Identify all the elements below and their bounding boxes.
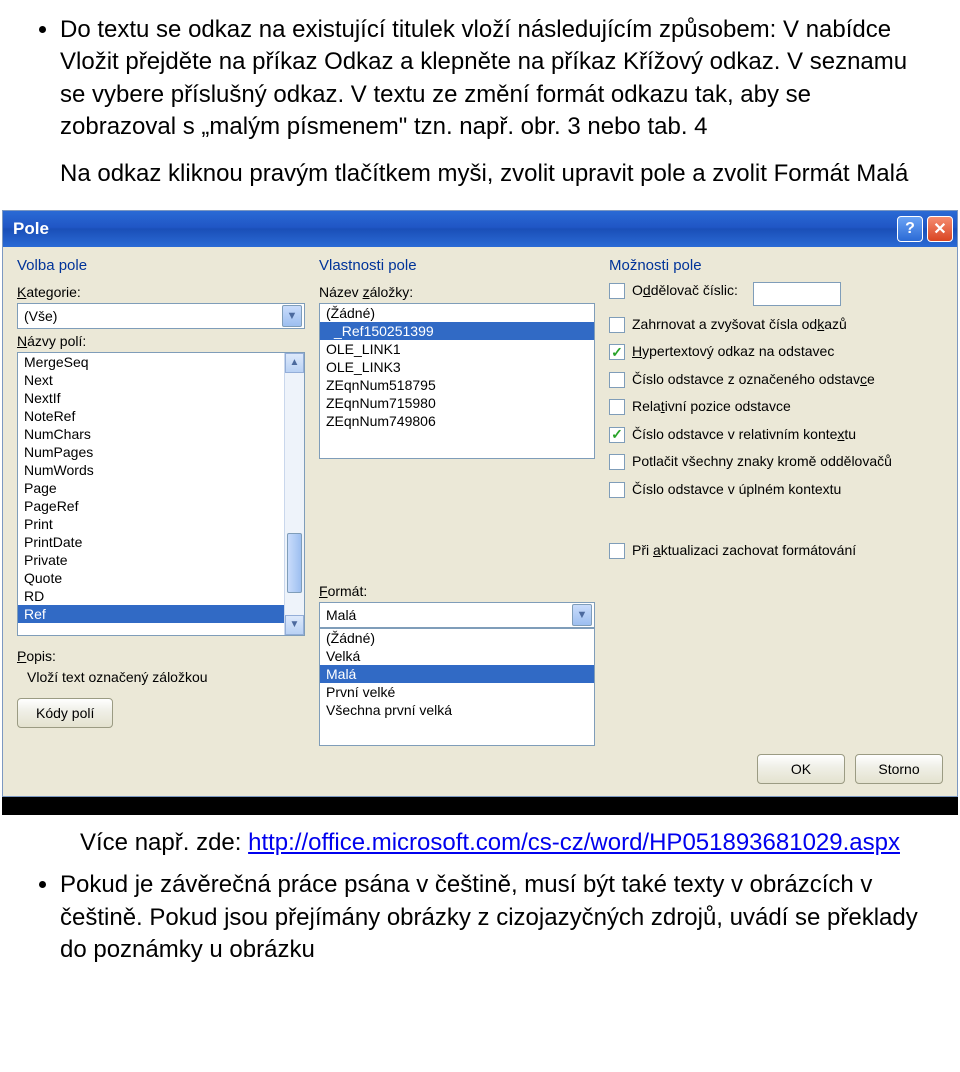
- checkbox-icon[interactable]: [609, 399, 625, 415]
- list-item[interactable]: ZEqnNum749806: [320, 412, 594, 430]
- checkbox-icon[interactable]: [609, 482, 625, 498]
- scroll-down-icon[interactable]: ▼: [285, 615, 304, 635]
- field-dialog: Pole ? ✕ Volba pole Kategorie: (Vše) ▼ N…: [2, 210, 958, 797]
- column-field-choice: Volba pole Kategorie: (Vše) ▼ Názvy polí…: [17, 257, 305, 746]
- dialog-footer: OK Storno: [3, 746, 957, 796]
- list-item[interactable]: OLE_LINK1: [320, 340, 594, 358]
- more-link[interactable]: http://office.microsoft.com/cs-cz/word/H…: [248, 829, 900, 856]
- list-item[interactable]: Ref: [18, 605, 304, 623]
- label-field-names: Názvy polí:: [17, 333, 305, 349]
- heading-field-choice: Volba pole: [17, 257, 305, 274]
- dialog-title: Pole: [13, 219, 49, 239]
- list-item[interactable]: Velká: [320, 647, 594, 665]
- opt-paragraph-number[interactable]: Číslo odstavce z označeného odstavce: [609, 371, 943, 389]
- checkbox-icon[interactable]: ✓: [609, 427, 625, 443]
- opt-hyperlink[interactable]: ✓ Hypertextový odkaz na odstavec: [609, 343, 943, 361]
- list-item[interactable]: NumPages: [18, 443, 304, 461]
- digit-separator-input[interactable]: [753, 282, 841, 306]
- list-item[interactable]: MergeSeq: [18, 353, 304, 371]
- opt-suppress-chars[interactable]: Potlačit všechny znaky kromě oddělovačů: [609, 453, 943, 471]
- list-item[interactable]: NumWords: [18, 461, 304, 479]
- list-item[interactable]: ZEqnNum518795: [320, 376, 594, 394]
- document-text-top: Do textu se odkaz na existující titulek …: [0, 0, 960, 200]
- opt-relative-context-number[interactable]: ✓ Číslo odstavce v relativním kontextu: [609, 426, 943, 444]
- checkbox-icon[interactable]: [609, 317, 625, 333]
- list-item[interactable]: Private: [18, 551, 304, 569]
- list-item[interactable]: Quote: [18, 569, 304, 587]
- list-item[interactable]: (Žádné): [320, 629, 594, 647]
- column-field-properties: Vlastnosti pole Název záložky: (Žádné)_R…: [319, 257, 595, 746]
- ok-button[interactable]: OK: [757, 754, 845, 784]
- list-item[interactable]: Print: [18, 515, 304, 533]
- label-format: Formát:: [319, 583, 595, 599]
- list-item[interactable]: (Žádné): [320, 304, 594, 322]
- document-text-bottom: Více např. zde: http://office.microsoft.…: [0, 815, 960, 975]
- description-text: Vloží text označený záložkou: [17, 667, 305, 685]
- list-item[interactable]: NoteRef: [18, 407, 304, 425]
- list-item[interactable]: ZEqnNum715980: [320, 394, 594, 412]
- opt-relative-position[interactable]: Relativní pozice odstavce: [609, 398, 943, 416]
- list-item[interactable]: Malá: [320, 665, 594, 683]
- scrollbar[interactable]: ▲ ▼: [284, 353, 304, 635]
- help-icon[interactable]: ?: [897, 216, 923, 242]
- label-description: Popis:: [17, 648, 305, 664]
- list-item[interactable]: OLE_LINK3: [320, 358, 594, 376]
- list-item[interactable]: Next: [18, 371, 304, 389]
- format-listbox[interactable]: (Žádné)VelkáMaláPrvní velkéVšechna první…: [319, 628, 595, 746]
- chevron-down-icon[interactable]: ▼: [572, 604, 592, 626]
- opt-digit-separator[interactable]: Oddělovač číslic:: [609, 282, 943, 306]
- more-label: Více např. zde:: [80, 829, 248, 856]
- opt-preserve-formatting[interactable]: Při aktualizaci zachovat formátování: [609, 542, 943, 560]
- category-combo[interactable]: (Vše) ▼: [17, 303, 305, 329]
- column-field-options: Možnosti pole Oddělovač číslic: Zahrnova…: [609, 257, 943, 746]
- bullet-point-1: Do textu se odkaz na existující titulek …: [60, 14, 920, 144]
- checkbox-icon[interactable]: [609, 372, 625, 388]
- list-item[interactable]: _Ref150251399: [320, 322, 594, 340]
- label-category: Kategorie:: [17, 284, 305, 300]
- field-codes-button[interactable]: Kódy polí: [17, 698, 113, 728]
- chevron-down-icon[interactable]: ▼: [282, 305, 302, 327]
- list-item[interactable]: Page: [18, 479, 304, 497]
- bookmark-listbox[interactable]: (Žádné)_Ref150251399OLE_LINK1OLE_LINK3ZE…: [319, 303, 595, 459]
- cancel-button[interactable]: Storno: [855, 754, 943, 784]
- list-item[interactable]: RD: [18, 587, 304, 605]
- heading-field-options: Možnosti pole: [609, 257, 943, 274]
- bullet-point-2: Pokud je závěrečná práce psána v češtině…: [60, 869, 920, 966]
- list-item[interactable]: PageRef: [18, 497, 304, 515]
- category-value: (Vše): [24, 308, 57, 324]
- list-item[interactable]: NumChars: [18, 425, 304, 443]
- label-bookmark: Název záložky:: [319, 284, 595, 300]
- heading-field-properties: Vlastnosti pole: [319, 257, 595, 274]
- list-item[interactable]: NextIf: [18, 389, 304, 407]
- checkbox-icon[interactable]: [609, 283, 625, 299]
- checkbox-icon[interactable]: [609, 454, 625, 470]
- field-names-listbox[interactable]: MergeSeqNextNextIfNoteRefNumCharsNumPage…: [17, 352, 305, 636]
- list-item[interactable]: Všechna první velká: [320, 701, 594, 719]
- format-combo[interactable]: Malá ▼: [319, 602, 595, 628]
- list-item[interactable]: První velké: [320, 683, 594, 701]
- checkbox-icon[interactable]: [609, 543, 625, 559]
- scroll-up-icon[interactable]: ▲: [285, 353, 304, 373]
- paragraph-2: Na odkaz kliknou pravým tlačítkem myši, …: [60, 158, 920, 190]
- format-combo-value: Malá: [326, 607, 356, 623]
- opt-full-context-number[interactable]: Číslo odstavce v úplném kontextu: [609, 481, 943, 499]
- checkbox-icon[interactable]: ✓: [609, 344, 625, 360]
- scroll-thumb[interactable]: [287, 533, 302, 593]
- close-icon[interactable]: ✕: [927, 216, 953, 242]
- list-item[interactable]: PrintDate: [18, 533, 304, 551]
- bottom-black-bar: [2, 797, 958, 815]
- opt-include-increase[interactable]: Zahrnovat a zvyšovat čísla odkazů: [609, 316, 943, 334]
- dialog-titlebar[interactable]: Pole ? ✕: [3, 211, 957, 247]
